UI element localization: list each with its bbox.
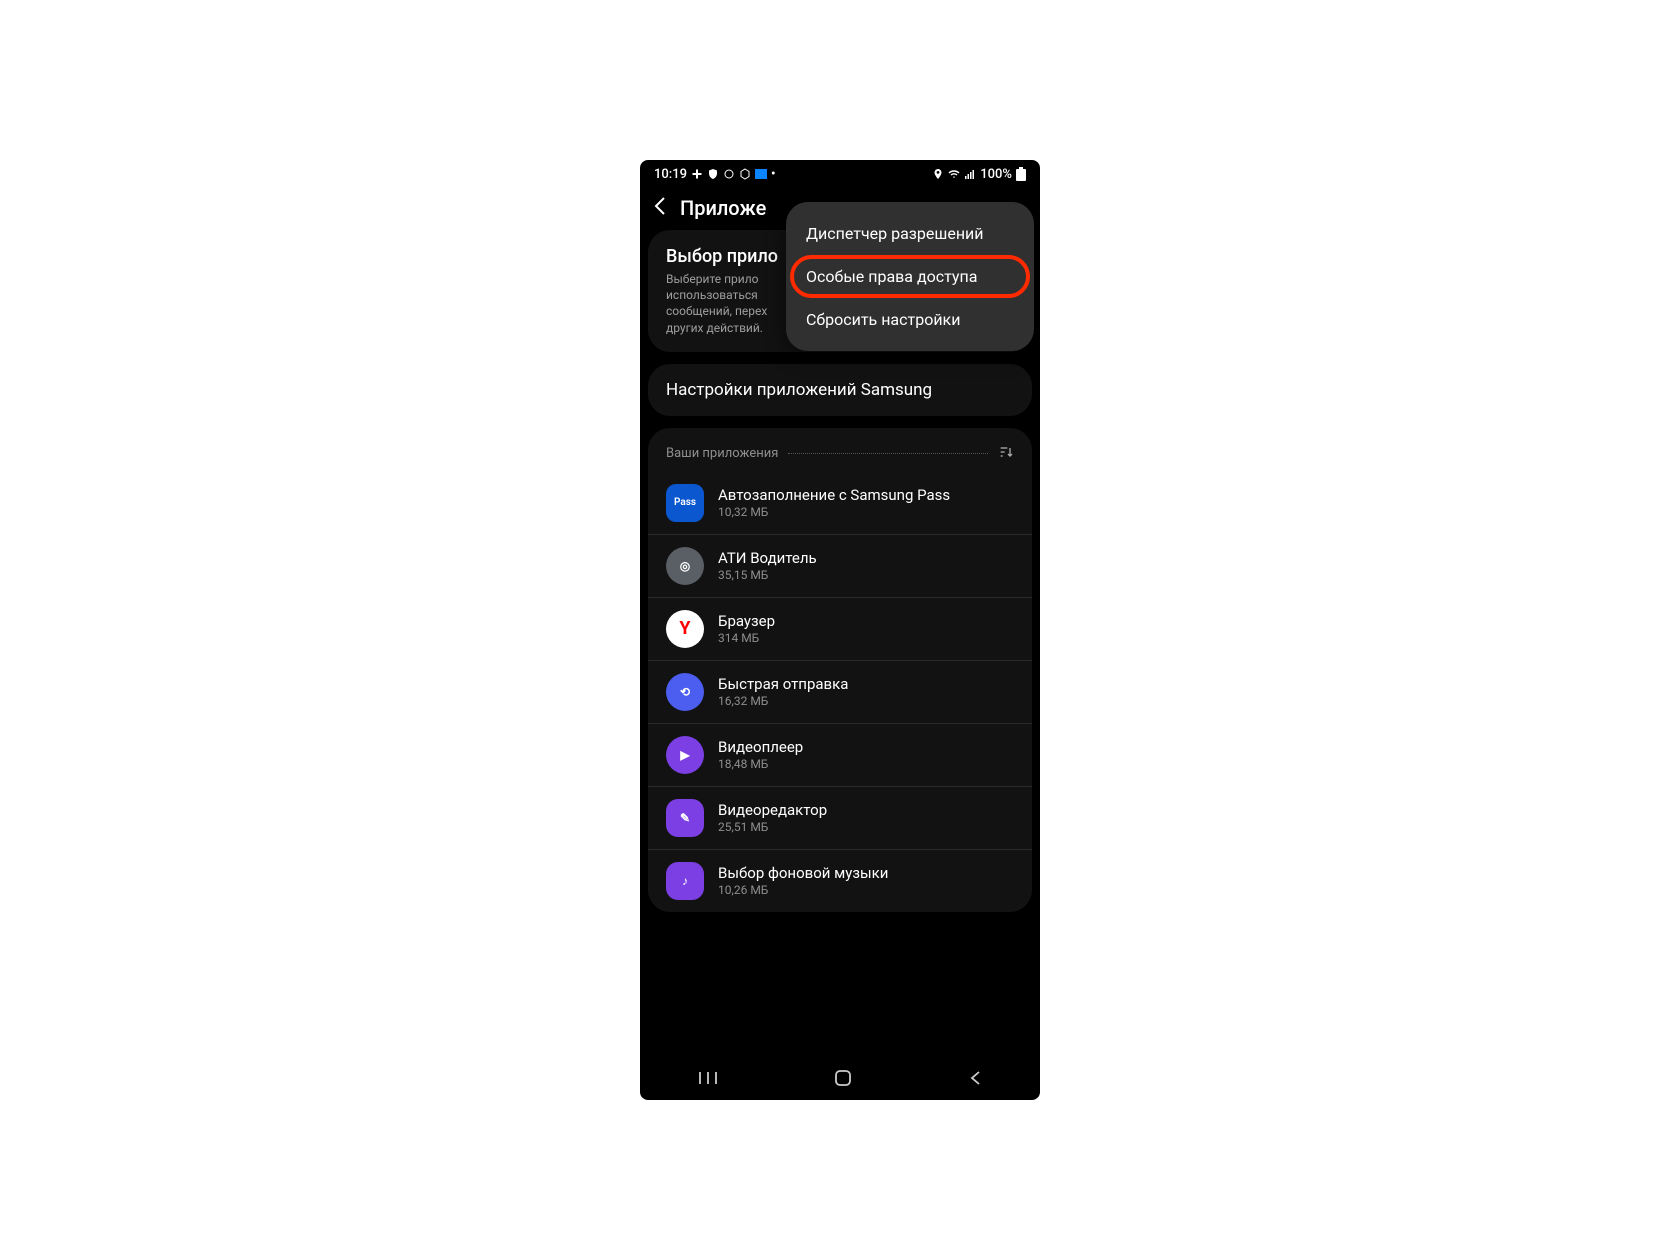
- app-icon: Y: [666, 610, 704, 648]
- status-bar: 10:19 • 10: [640, 160, 1040, 188]
- app-row[interactable]: ◎ АТИ Водитель35,15 МБ: [648, 534, 1032, 597]
- app-icon: [755, 169, 767, 179]
- app-text: Быстрая отправка16,32 МБ: [718, 675, 1014, 708]
- location-icon: [932, 168, 944, 180]
- app-icon: Pass: [666, 484, 704, 522]
- app-icon: ♪: [666, 862, 704, 900]
- menu-special-access[interactable]: Особые права доступа: [786, 255, 1034, 298]
- status-left: 10:19 •: [654, 167, 776, 182]
- app-row[interactable]: ✎ Видеоредактор25,51 МБ: [648, 786, 1032, 849]
- status-time: 10:19: [654, 167, 687, 182]
- app-row[interactable]: ♪ Выбор фоновой музыки10,26 МБ: [648, 849, 1032, 912]
- phone-frame: 10:19 • 10: [640, 160, 1040, 1100]
- app-name: Браузер: [718, 612, 1014, 630]
- wifi-icon: [948, 168, 960, 180]
- app-text: Видеоплеер18,48 МБ: [718, 738, 1014, 771]
- signal-icon: [964, 168, 976, 180]
- overflow-menu: Диспетчер разрешений Особые права доступ…: [786, 202, 1034, 351]
- apps-list-title: Ваши приложения: [666, 446, 778, 461]
- nav-back-button[interactable]: [968, 1069, 982, 1092]
- back-button[interactable]: [654, 196, 666, 220]
- shield-icon: [707, 168, 719, 180]
- navigation-bar: [640, 1060, 1040, 1100]
- hex-icon: [739, 168, 751, 180]
- menu-reset-settings[interactable]: Сбросить настройки: [786, 298, 1034, 341]
- app-size: 16,32 МБ: [718, 694, 1014, 708]
- app-name: Выбор фоновой музыки: [718, 864, 1014, 882]
- menu-item-label: Сбросить настройки: [806, 310, 960, 329]
- app-icon: ⟲: [666, 673, 704, 711]
- app-size: 18,48 МБ: [718, 757, 1014, 771]
- app-icon: ▶: [666, 736, 704, 774]
- app-row[interactable]: ⟲ Быстрая отправка16,32 МБ: [648, 660, 1032, 723]
- dot-icon: •: [771, 167, 776, 182]
- app-icon: ✎: [666, 799, 704, 837]
- app-name: Автозаполнение с Samsung Pass: [718, 486, 1014, 504]
- app-size: 314 МБ: [718, 631, 1014, 645]
- app-row[interactable]: Pass Автозаполнение с Samsung Pass10,32 М…: [648, 472, 1032, 534]
- apps-list-card: Ваши приложения Pass Автозаполнение с Sam…: [648, 428, 1032, 912]
- app-size: 35,15 МБ: [718, 568, 1014, 582]
- battery-icon: [1016, 167, 1026, 181]
- app-text: Видеоредактор25,51 МБ: [718, 801, 1014, 834]
- app-text: АТИ Водитель35,15 МБ: [718, 549, 1014, 582]
- app-icon: ◎: [666, 547, 704, 585]
- app-name: Видеоредактор: [718, 801, 1014, 819]
- app-name: Быстрая отправка: [718, 675, 1014, 693]
- app-row[interactable]: ▶ Видеоплеер18,48 МБ: [648, 723, 1032, 786]
- app-text: Автозаполнение с Samsung Pass10,32 МБ: [718, 486, 1014, 519]
- sort-icon[interactable]: [998, 444, 1014, 464]
- loading-icon: [723, 168, 735, 180]
- app-name: АТИ Водитель: [718, 549, 1014, 567]
- apps-list-header: Ваши приложения: [648, 440, 1032, 472]
- samsung-settings-card[interactable]: Настройки приложений Samsung: [648, 364, 1032, 416]
- home-button[interactable]: [834, 1069, 852, 1092]
- app-size: 10,32 МБ: [718, 505, 1014, 519]
- app-name: Видеоплеер: [718, 738, 1014, 756]
- app-row[interactable]: Y Браузер314 МБ: [648, 597, 1032, 660]
- slack-icon: [691, 168, 703, 180]
- dotted-divider: [788, 453, 988, 454]
- battery-text: 100%: [980, 167, 1012, 182]
- page-title: Приложе: [680, 196, 766, 220]
- app-size: 10,26 МБ: [718, 883, 1014, 897]
- menu-item-label: Диспетчер разрешений: [806, 224, 984, 243]
- app-text: Браузер314 МБ: [718, 612, 1014, 645]
- apps-container: Pass Автозаполнение с Samsung Pass10,32 М…: [648, 472, 1032, 912]
- app-size: 25,51 МБ: [718, 820, 1014, 834]
- recents-button[interactable]: [698, 1070, 718, 1091]
- status-right: 100%: [932, 167, 1026, 182]
- content-area: Выбор прило Выберите прило использоватьс…: [640, 230, 1040, 1060]
- menu-permission-manager[interactable]: Диспетчер разрешений: [786, 212, 1034, 255]
- app-text: Выбор фоновой музыки10,26 МБ: [718, 864, 1014, 897]
- menu-item-label: Особые права доступа: [806, 267, 977, 286]
- samsung-settings-title: Настройки приложений Samsung: [666, 380, 1014, 400]
